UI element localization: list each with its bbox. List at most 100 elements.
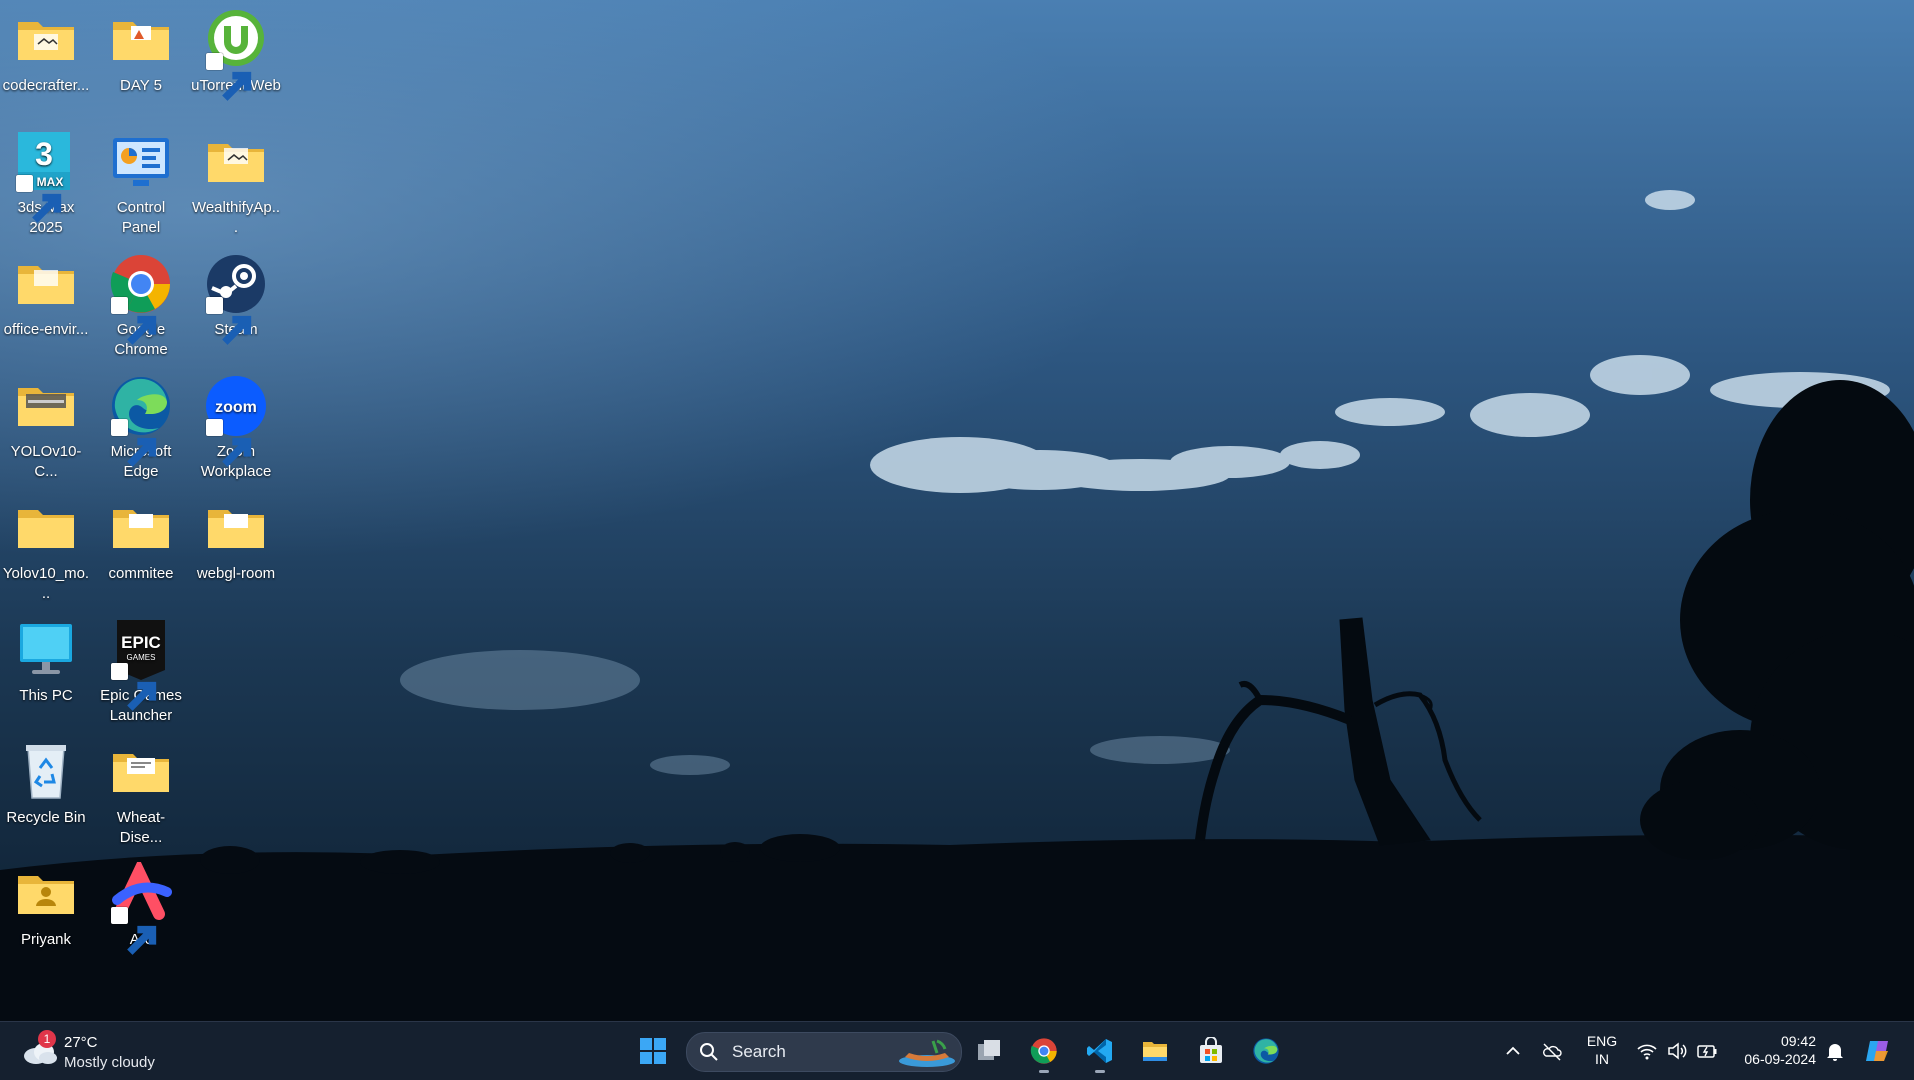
search-placeholder: Search <box>732 1042 786 1061</box>
zoom-icon: zoom <box>204 374 268 467</box>
edge-icon <box>109 374 173 467</box>
windows-logo-icon <box>640 1038 666 1064</box>
desktop-icon-label: This PC <box>19 687 73 704</box>
folder-icon <box>204 130 268 194</box>
task-view-icon <box>978 1040 1000 1060</box>
desktop-icon-commitee-folder[interactable]: commitee <box>94 496 188 584</box>
store-icon <box>1200 1037 1222 1063</box>
desktop-icon-label: DAY 5 <box>120 77 162 94</box>
desktop-icon-recycle-bin[interactable]: Recycle Bin <box>0 740 93 828</box>
taskbar-file-explorer-button[interactable] <box>1132 1029 1178 1073</box>
arc-icon <box>109 862 173 955</box>
control-panel-icon <box>109 130 173 194</box>
folder-icon <box>1143 1042 1167 1061</box>
shortcut-arrow-icon <box>16 175 62 223</box>
clock-date: 06-09-2024 <box>1744 1051 1816 1067</box>
onedrive-offline-cloud-icon[interactable] <box>1541 1040 1563 1062</box>
folder-icon <box>14 252 78 316</box>
3ds-max-icon: 3 MAX <box>14 130 78 223</box>
folder-icon <box>109 740 173 804</box>
folder-icon <box>14 496 78 560</box>
desktop-icon-google-chrome[interactable]: Google Chrome <box>94 252 188 360</box>
start-button[interactable] <box>630 1029 676 1073</box>
system-clock[interactable]: 09:42 06-09-2024 <box>1732 1032 1816 1068</box>
desktop-icon-codecrafter-folder[interactable]: codecrafter... <box>0 8 93 96</box>
task-view-button[interactable] <box>966 1029 1012 1073</box>
epic-games-icon: EPIC GAMES <box>109 618 173 711</box>
desktop-icon-control-panel[interactable]: Control Panel <box>94 130 188 238</box>
desktop-icon-steam[interactable]: Steam <box>189 252 283 345</box>
shortcut-arrow-icon <box>111 663 157 711</box>
monitor-icon <box>14 618 78 682</box>
steam-icon <box>204 252 268 345</box>
taskbar-search-box[interactable]: Search <box>686 1032 962 1072</box>
vscode-icon <box>1087 1039 1112 1063</box>
desktop-icon-priyank[interactable]: Priyank <box>0 862 93 950</box>
desktop-icon-office-envir-folder[interactable]: office-envir... <box>0 252 93 340</box>
desktop-icon-yolov10-mo-folder[interactable]: Yolov10_mo... <box>0 496 93 604</box>
edge-icon <box>1253 1038 1279 1064</box>
desktop-icon-utorrent-web[interactable]: uTorrent Web <box>189 8 283 101</box>
desktop-icon-wealthify-folder[interactable]: WealthifyAp... <box>189 130 283 238</box>
folder-icon <box>204 496 268 560</box>
show-hidden-icons-chevron-up-icon[interactable] <box>1502 1040 1524 1062</box>
desktop-icon-arc[interactable]: Arc <box>94 862 188 955</box>
weather-notification-badge: 1 <box>38 1030 56 1048</box>
desktop-icon-label: webgl-room <box>196 565 276 582</box>
desktop-icon-label: Priyank <box>20 931 72 948</box>
battery-charging-icon[interactable] <box>1696 1040 1718 1062</box>
recycle-bin-icon <box>14 740 78 804</box>
taskbar-vscode-button[interactable] <box>1077 1029 1123 1073</box>
3ds-max-number: 3 <box>35 136 53 172</box>
language-region: IN <box>1595 1051 1609 1067</box>
folder-icon <box>109 8 173 72</box>
desktop-icon-label: office-envir... <box>3 321 89 338</box>
desktop-icon-webgl-room-folder[interactable]: webgl-room <box>189 496 283 584</box>
shortcut-arrow-icon <box>111 297 157 345</box>
weather-widget[interactable]: 1 27°C Mostly cloudy <box>22 1030 182 1074</box>
desktop-icon-yolov10-c-folder[interactable]: YOLOv10-C... <box>0 374 93 482</box>
desktop-icon-label: Recycle Bin <box>6 809 86 826</box>
desktop-icon-microsoft-edge[interactable]: Microsoft Edge <box>94 374 188 482</box>
user-folder-icon <box>14 862 78 926</box>
folder-icon <box>109 496 173 560</box>
wifi-icon[interactable] <box>1636 1040 1658 1062</box>
epic-logo-subtext: GAMES <box>127 653 156 662</box>
desktop-icon-label: WealthifyAp... <box>191 199 281 236</box>
desktop-icon-label: Yolov10_mo... <box>2 565 90 602</box>
taskbar-edge-button[interactable] <box>1243 1029 1289 1073</box>
desktop-icon-3ds-max[interactable]: 3 MAX 3ds Max 2025 <box>0 130 93 238</box>
taskbar-chrome-button[interactable] <box>1021 1029 1067 1073</box>
running-indicator <box>1095 1070 1105 1073</box>
folder-icon <box>14 374 78 438</box>
taskbar-microsoft-store-button[interactable] <box>1188 1029 1234 1073</box>
search-icon <box>699 1042 719 1062</box>
desktop-icon-epic-games-launcher[interactable]: EPIC GAMES Epic Games Launcher <box>94 618 188 726</box>
chrome-icon <box>1030 1038 1057 1064</box>
shortcut-arrow-icon <box>111 907 157 955</box>
desktop-icon-day5-folder[interactable]: DAY 5 <box>94 8 188 96</box>
input-language-indicator[interactable]: ENG IN <box>1580 1032 1624 1068</box>
epic-logo-text: EPIC <box>121 633 161 652</box>
volume-icon[interactable] <box>1666 1040 1688 1062</box>
desktop-icon-wheat-dise-folder[interactable]: Wheat-Dise... <box>94 740 188 848</box>
zoom-logo-text: zoom <box>215 399 257 416</box>
copilot-button[interactable] <box>1864 1037 1892 1065</box>
desktop-icon-label: commitee <box>108 565 174 582</box>
shortcut-arrow-icon <box>206 53 252 101</box>
shortcut-arrow-icon <box>206 297 252 345</box>
copilot-icon <box>1866 1041 1888 1061</box>
taskbar: 1 27°C Mostly cloudy Search ENG IN 09:42… <box>0 1021 1914 1080</box>
notification-bell-icon[interactable] <box>1824 1040 1846 1062</box>
desktop-icon-zoom-workplace[interactable]: zoom Zoom Workplace <box>189 374 283 482</box>
search-highlight-illustration-icon <box>897 1035 957 1069</box>
weather-description: Mostly cloudy <box>64 1054 155 1071</box>
running-indicator <box>1039 1070 1049 1073</box>
desktop-icon-grid: codecrafter... DAY 5 uTorrent Web 3 MAX … <box>0 0 300 1021</box>
shortcut-arrow-icon <box>111 419 157 467</box>
desktop-icon-this-pc[interactable]: This PC <box>0 618 93 706</box>
folder-icon <box>14 8 78 72</box>
language-code: ENG <box>1586 1033 1618 1049</box>
desktop-icon-label: YOLOv10-C... <box>10 443 82 480</box>
weather-temperature: 27°C <box>64 1034 98 1051</box>
